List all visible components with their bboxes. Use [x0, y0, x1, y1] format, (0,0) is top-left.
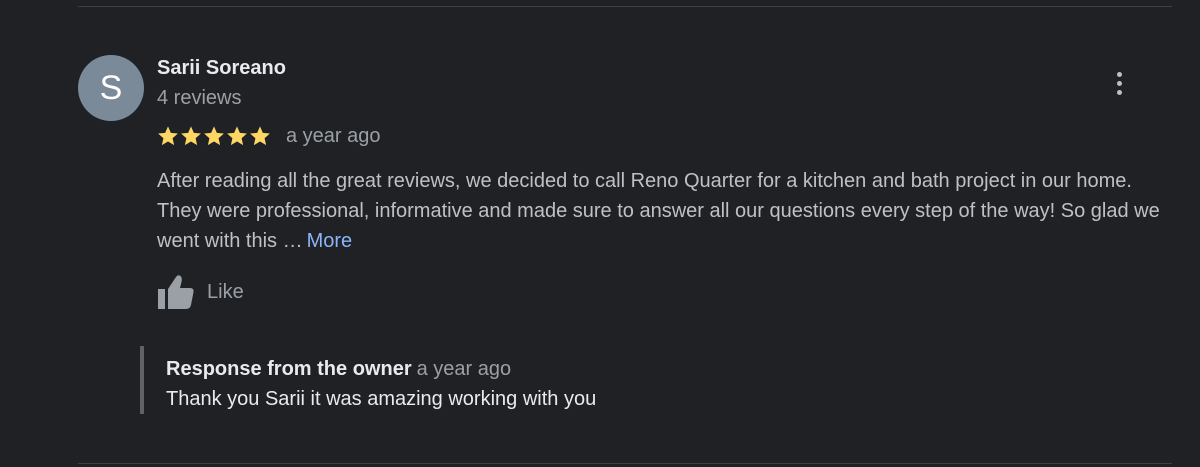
rating-row: a year ago [157, 124, 381, 148]
like-button[interactable]: Like [157, 272, 244, 312]
more-vert-icon[interactable] [1105, 66, 1133, 100]
star-icon [158, 126, 178, 146]
reviewer-name[interactable]: Sarii Soreano [157, 57, 286, 80]
owner-response-heading: Response from the owner a year ago [166, 354, 596, 384]
owner-response-date: a year ago [416, 358, 512, 380]
review-date: a year ago [286, 124, 381, 147]
menu-dot [1116, 80, 1122, 86]
like-label: Like [207, 280, 244, 303]
review-count[interactable]: 4 reviews [157, 87, 241, 110]
review-text: After reading all the great reviews, we … [157, 166, 1167, 256]
more-link[interactable]: More [307, 230, 353, 252]
owner-response-text: Thank you Sarii it was amazing working w… [166, 388, 597, 410]
star-rating [157, 125, 271, 147]
owner-response-title: Response from the owner [166, 358, 412, 380]
star-icon [181, 126, 201, 146]
avatar[interactable]: S [78, 55, 144, 121]
star-icon [204, 126, 224, 146]
thumbs-up-icon [158, 275, 194, 309]
menu-dot [1116, 71, 1122, 77]
bottom-divider [78, 463, 1172, 464]
menu-dot [1116, 89, 1122, 95]
owner-response: Response from the owner a year ago Thank … [140, 346, 596, 414]
star-icon [250, 126, 270, 146]
star-icon [227, 126, 247, 146]
top-divider [78, 6, 1172, 7]
